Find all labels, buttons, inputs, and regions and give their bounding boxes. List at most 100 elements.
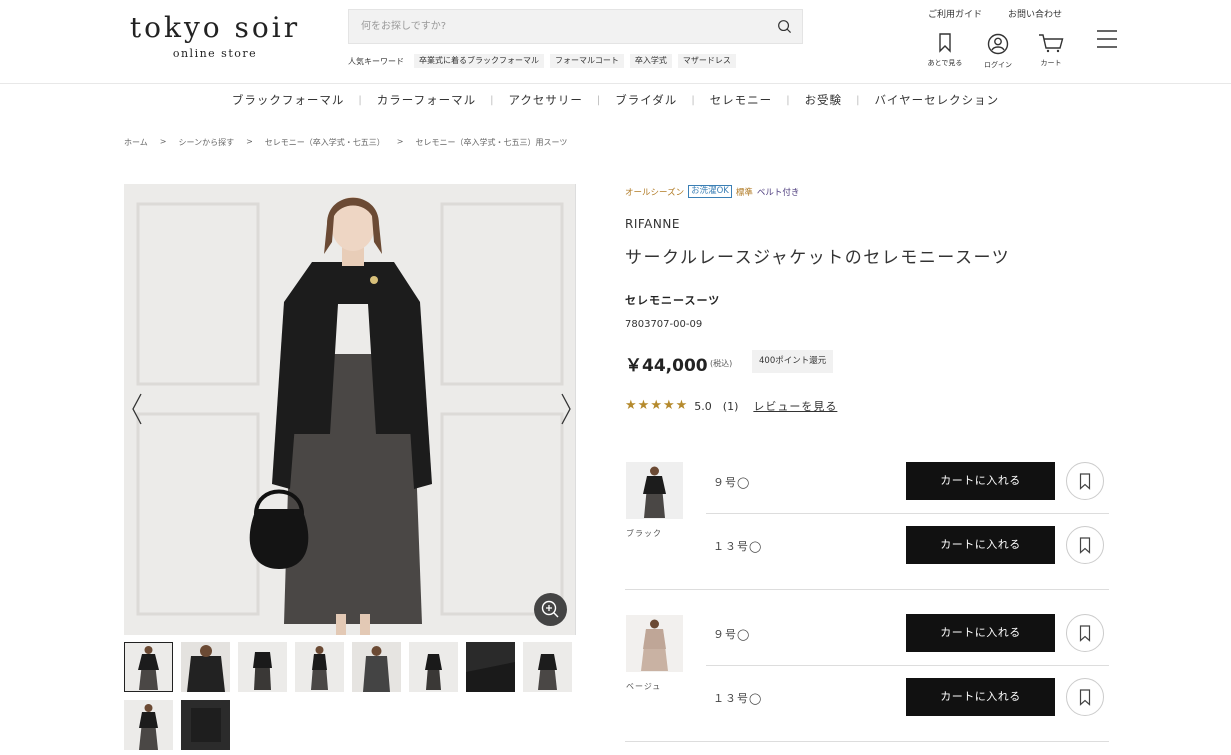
- brand-name[interactable]: RIFANNE: [625, 217, 680, 231]
- variant-divider: [625, 589, 1109, 590]
- user-icon: [987, 33, 1009, 55]
- breadcrumb: ホーム > シーンから探す > セレモニー（卒入学式・七五三） > セレモニー（…: [124, 137, 567, 148]
- review-link[interactable]: レビューを見る: [753, 398, 837, 414]
- keyword-tag[interactable]: 卒入学式: [629, 54, 672, 68]
- thumbnail-strip: [124, 642, 579, 750]
- nav-item-bridal[interactable]: ブライダル: [615, 92, 677, 108]
- next-image-arrow-icon[interactable]: [559, 392, 573, 426]
- points-badge: 400ポイント還元: [752, 350, 834, 373]
- search-icon[interactable]: [777, 19, 792, 34]
- product-category: セレモニースーツ: [625, 294, 721, 307]
- login-button[interactable]: ログイン: [976, 33, 1020, 70]
- star-icon: ★: [662, 398, 675, 413]
- guide-link[interactable]: ご利用ガイド: [928, 7, 982, 20]
- product-code: 7803707-00-09: [625, 319, 703, 330]
- row-divider: [706, 665, 1109, 666]
- header-divider: [0, 83, 1231, 84]
- thumbnail[interactable]: [409, 642, 458, 692]
- size-label: ９号◯: [713, 628, 751, 641]
- variant-thumbnail[interactable]: [626, 615, 683, 672]
- bookmark-icon: [1079, 537, 1091, 554]
- contact-link[interactable]: お問い合わせ: [1008, 7, 1062, 20]
- size-label: １３号◯: [713, 540, 763, 553]
- star-icon: ★: [650, 398, 662, 413]
- bookmark-icon: [1079, 689, 1091, 706]
- search-box: [348, 9, 803, 44]
- rating-value: 5.0: [694, 399, 712, 413]
- logo[interactable]: tokyo soir online store: [124, 10, 306, 61]
- nav-separator: |: [596, 94, 602, 106]
- size-label: ９号◯: [713, 476, 751, 489]
- star-icon: ★: [637, 398, 650, 413]
- thumbnail[interactable]: [295, 642, 344, 692]
- later-label: あとで見る: [927, 59, 963, 67]
- bookmark-icon: [1079, 473, 1091, 490]
- breadcrumb-item[interactable]: セレモニー（卒入学式・七五三）: [265, 137, 385, 148]
- favorite-button[interactable]: [1066, 526, 1104, 564]
- search-input[interactable]: [349, 10, 769, 43]
- breadcrumb-separator: >: [246, 137, 253, 146]
- thumbnail[interactable]: [124, 700, 173, 750]
- hamburger-menu-icon[interactable]: [1096, 29, 1118, 49]
- thumbnail[interactable]: [124, 642, 173, 692]
- tag-washable: お洗濯OK: [688, 185, 732, 198]
- favorite-button[interactable]: [1066, 678, 1104, 716]
- add-to-cart-button[interactable]: カートに入れる: [906, 614, 1055, 652]
- keywords-label: 人気キーワード: [348, 56, 404, 66]
- row-divider: [706, 513, 1109, 514]
- bookmark-icon: [1079, 625, 1091, 642]
- thumbnail[interactable]: [352, 642, 401, 692]
- breadcrumb-separator: >: [396, 137, 404, 146]
- favorite-button[interactable]: [1066, 462, 1104, 500]
- review-count: (1): [722, 399, 739, 413]
- add-to-cart-button[interactable]: カートに入れる: [906, 678, 1055, 716]
- product-main-image[interactable]: [124, 184, 576, 635]
- prev-image-arrow-icon[interactable]: [130, 392, 144, 426]
- thumbnail[interactable]: [181, 642, 230, 692]
- rating-row: ★ ★ ★ ★ ★ 5.0 (1) レビューを見る: [625, 398, 837, 414]
- nav-item-ceremony[interactable]: セレモニー: [710, 92, 773, 108]
- nav-item-accessory[interactable]: アクセサリー: [508, 92, 582, 108]
- variant-color-label: ブラック: [626, 529, 662, 538]
- cart-button[interactable]: カート: [1029, 33, 1073, 68]
- zoom-in-icon: [541, 600, 559, 618]
- nav-item-color-formal[interactable]: カラーフォーマル: [377, 92, 476, 108]
- breadcrumb-item: セレモニー（卒入学式・七五三）用スーツ: [415, 138, 568, 147]
- nav-separator: |: [786, 94, 791, 106]
- login-label: ログイン: [984, 61, 1012, 69]
- nav-item-black-formal[interactable]: ブラックフォーマル: [232, 92, 345, 108]
- keyword-tag[interactable]: フォーマルコート: [550, 54, 624, 68]
- breadcrumb-item[interactable]: ホーム: [124, 137, 148, 148]
- top-links: ご利用ガイド お問い合わせ: [928, 7, 1062, 20]
- variant-thumbnail[interactable]: [626, 462, 683, 519]
- add-to-cart-button[interactable]: カートに入れる: [906, 526, 1055, 564]
- star-icon: ★: [625, 398, 637, 413]
- thumbnail[interactable]: [238, 642, 287, 692]
- tag-season: オールシーズン: [625, 187, 685, 198]
- breadcrumb-item[interactable]: シーンから探す: [178, 137, 234, 148]
- variant-divider: [625, 741, 1109, 742]
- thumbnail[interactable]: [523, 642, 572, 692]
- thumbnail[interactable]: [181, 700, 230, 750]
- thumbnail[interactable]: [466, 642, 515, 692]
- add-to-cart-button[interactable]: カートに入れる: [906, 462, 1055, 500]
- later-button[interactable]: あとで見る: [923, 33, 967, 68]
- popular-keywords: 人気キーワード 卒業式に着るブラックフォーマル フォーマルコート 卒入学式 マザ…: [348, 54, 736, 68]
- star-icon: ★: [675, 398, 688, 413]
- variant-color-label: ベージュ: [626, 682, 662, 691]
- tag-belt: ベルト付き: [756, 187, 800, 198]
- tax-label: (税込): [710, 359, 733, 368]
- favorite-button[interactable]: [1066, 614, 1104, 652]
- product-tags: オールシーズン お洗濯OK 標準 ベルト付き: [625, 185, 799, 198]
- nav-item-buyer-selection[interactable]: バイヤーセレクション: [874, 92, 999, 108]
- logo-sub-text: online store: [172, 47, 258, 60]
- keyword-tag[interactable]: マザードレス: [677, 54, 736, 68]
- tag-fit: 標準: [735, 187, 753, 198]
- nav-separator: |: [691, 94, 696, 106]
- zoom-button[interactable]: [534, 593, 567, 626]
- nav-item-exam[interactable]: お受験: [805, 92, 843, 108]
- cart-label: カート: [1040, 59, 1062, 67]
- keyword-tag[interactable]: 卒業式に着るブラックフォーマル: [414, 54, 544, 68]
- logo-main-text: tokyo soir: [129, 11, 301, 44]
- size-label: １３号◯: [713, 692, 763, 705]
